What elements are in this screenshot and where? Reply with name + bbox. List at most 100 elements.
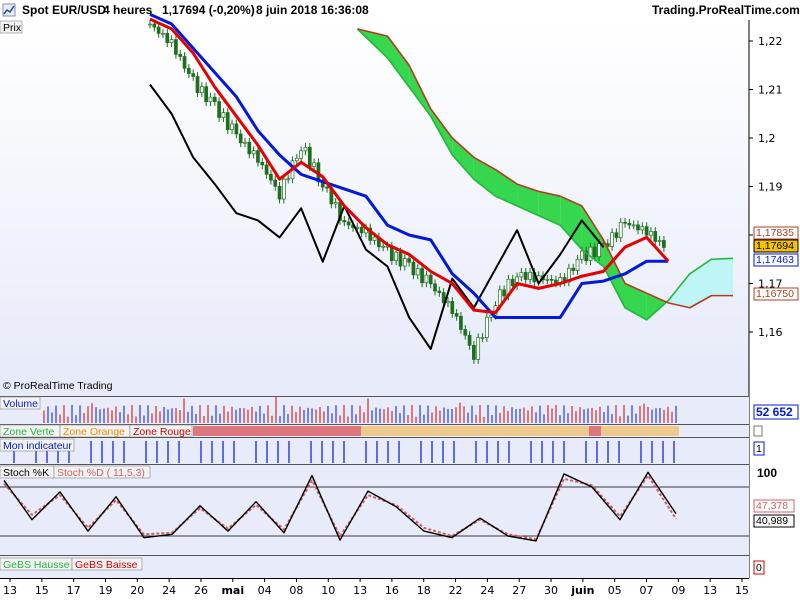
candle-body	[437, 290, 442, 293]
candle-body	[415, 268, 420, 276]
candle-body	[346, 221, 351, 226]
candle-body	[657, 240, 662, 242]
x-tick-label: juin	[570, 584, 594, 597]
header-site[interactable]: Trading.ProRealTime.com	[652, 3, 800, 17]
candle-body	[640, 226, 645, 231]
x-tick-label: 15	[735, 584, 749, 597]
x-tick-label: 15	[35, 584, 49, 597]
candle-body	[247, 141, 252, 155]
candle-body	[217, 101, 221, 118]
candle-body	[182, 56, 187, 69]
candle-body	[592, 246, 597, 258]
svg-text:40,989: 40,989	[756, 515, 788, 527]
candle-body	[212, 96, 217, 102]
header-icon	[2, 3, 16, 17]
candle-body	[251, 150, 256, 155]
candle-body	[580, 250, 584, 260]
candle-body	[294, 157, 299, 162]
chart-canvas[interactable]: Spot EUR/USD 4 heures 1,17694 (-0,20%) 8…	[0, 0, 800, 600]
x-tick-label: 22	[449, 584, 463, 597]
x-tick-label: 08	[289, 584, 303, 597]
candle-body	[662, 240, 666, 248]
indicator-value: 1	[753, 441, 765, 456]
zone-orange-label: Zone Orange	[63, 426, 125, 438]
svg-text:1,16750: 1,16750	[756, 288, 794, 300]
candle-body	[424, 274, 429, 284]
candle-body	[238, 133, 243, 144]
candle-body	[433, 283, 437, 292]
candle-body	[588, 246, 593, 262]
stoch-k-label: Stoch %K	[3, 467, 49, 479]
candle-body	[523, 272, 528, 280]
candle-body	[225, 112, 230, 131]
indicator-panel[interactable]	[0, 438, 749, 464]
price-label-kijun-top: 1,17835	[753, 226, 799, 240]
candle-body	[156, 26, 161, 34]
candle-body	[398, 251, 403, 267]
candle-body	[407, 258, 411, 263]
candle-body	[571, 267, 576, 271]
candle-body	[649, 231, 653, 236]
candle-body	[195, 76, 200, 94]
candle-body	[463, 329, 468, 336]
candle-body	[394, 251, 399, 262]
candle-body	[545, 278, 550, 281]
price-tab-label: Prix	[3, 22, 22, 34]
candle-body	[234, 123, 239, 135]
x-tick-label: mai	[221, 584, 244, 597]
candle-body	[459, 315, 463, 330]
x-tick-label: 16	[385, 584, 399, 597]
copyright-text: © ProRealTime Trading	[3, 380, 113, 392]
candle-body	[312, 162, 316, 167]
candle-body	[307, 146, 312, 167]
x-tick-label: 10	[321, 584, 335, 597]
candle-body	[221, 112, 226, 118]
candle-body	[575, 258, 580, 271]
x-tick-label: 26	[194, 584, 208, 597]
x-tick-label: 20	[130, 584, 144, 597]
svg-text:52 652: 52 652	[756, 405, 793, 419]
cloud-segment	[711, 258, 733, 296]
candle-body	[208, 96, 213, 103]
candle-body	[402, 258, 407, 267]
volume-value: 52 652	[753, 404, 799, 420]
candle-body	[610, 232, 614, 247]
candle-body	[325, 186, 329, 189]
svg-text:1,17463: 1,17463	[756, 254, 794, 266]
candle-body	[299, 150, 303, 159]
x-tick-label: 13	[3, 584, 17, 597]
svg-text:1,17694: 1,17694	[756, 240, 794, 252]
candle-body	[597, 243, 601, 258]
candle-body	[519, 272, 524, 278]
x-tick-label: 05	[608, 584, 622, 597]
candle-body	[264, 164, 269, 175]
candle-body	[260, 161, 265, 166]
candle-body	[178, 54, 183, 57]
candle-body	[618, 221, 623, 239]
gebs-value: 0	[753, 560, 765, 575]
candle-body	[627, 222, 632, 226]
stoch-d-label: Stoch %D ( 11,5,3)	[57, 467, 145, 479]
header-datetime: 8 juin 2018 16:36:08	[256, 3, 369, 17]
candle-body	[510, 278, 515, 287]
svg-text:1: 1	[756, 443, 762, 455]
candle-body	[204, 86, 208, 103]
candle-body	[631, 224, 636, 227]
y-tick-label: 1,22	[758, 35, 783, 48]
candle-body	[467, 334, 472, 346]
y-tick-label: 1,21	[758, 84, 783, 97]
candle-body	[653, 231, 658, 242]
svg-text:0: 0	[756, 562, 762, 574]
candle-body	[148, 23, 152, 26]
candle-body	[411, 261, 416, 276]
candle-body	[420, 268, 424, 284]
header-timeframe: 4 heures	[103, 3, 153, 17]
candle-body	[243, 141, 247, 144]
candle-body	[273, 179, 278, 187]
candle-body	[187, 68, 191, 74]
candle-body	[191, 73, 196, 77]
candle-body	[381, 245, 386, 248]
x-tick-label: 30	[544, 584, 558, 597]
price-label-tenkan: 1,17463	[753, 253, 799, 267]
candle-body	[286, 178, 291, 181]
